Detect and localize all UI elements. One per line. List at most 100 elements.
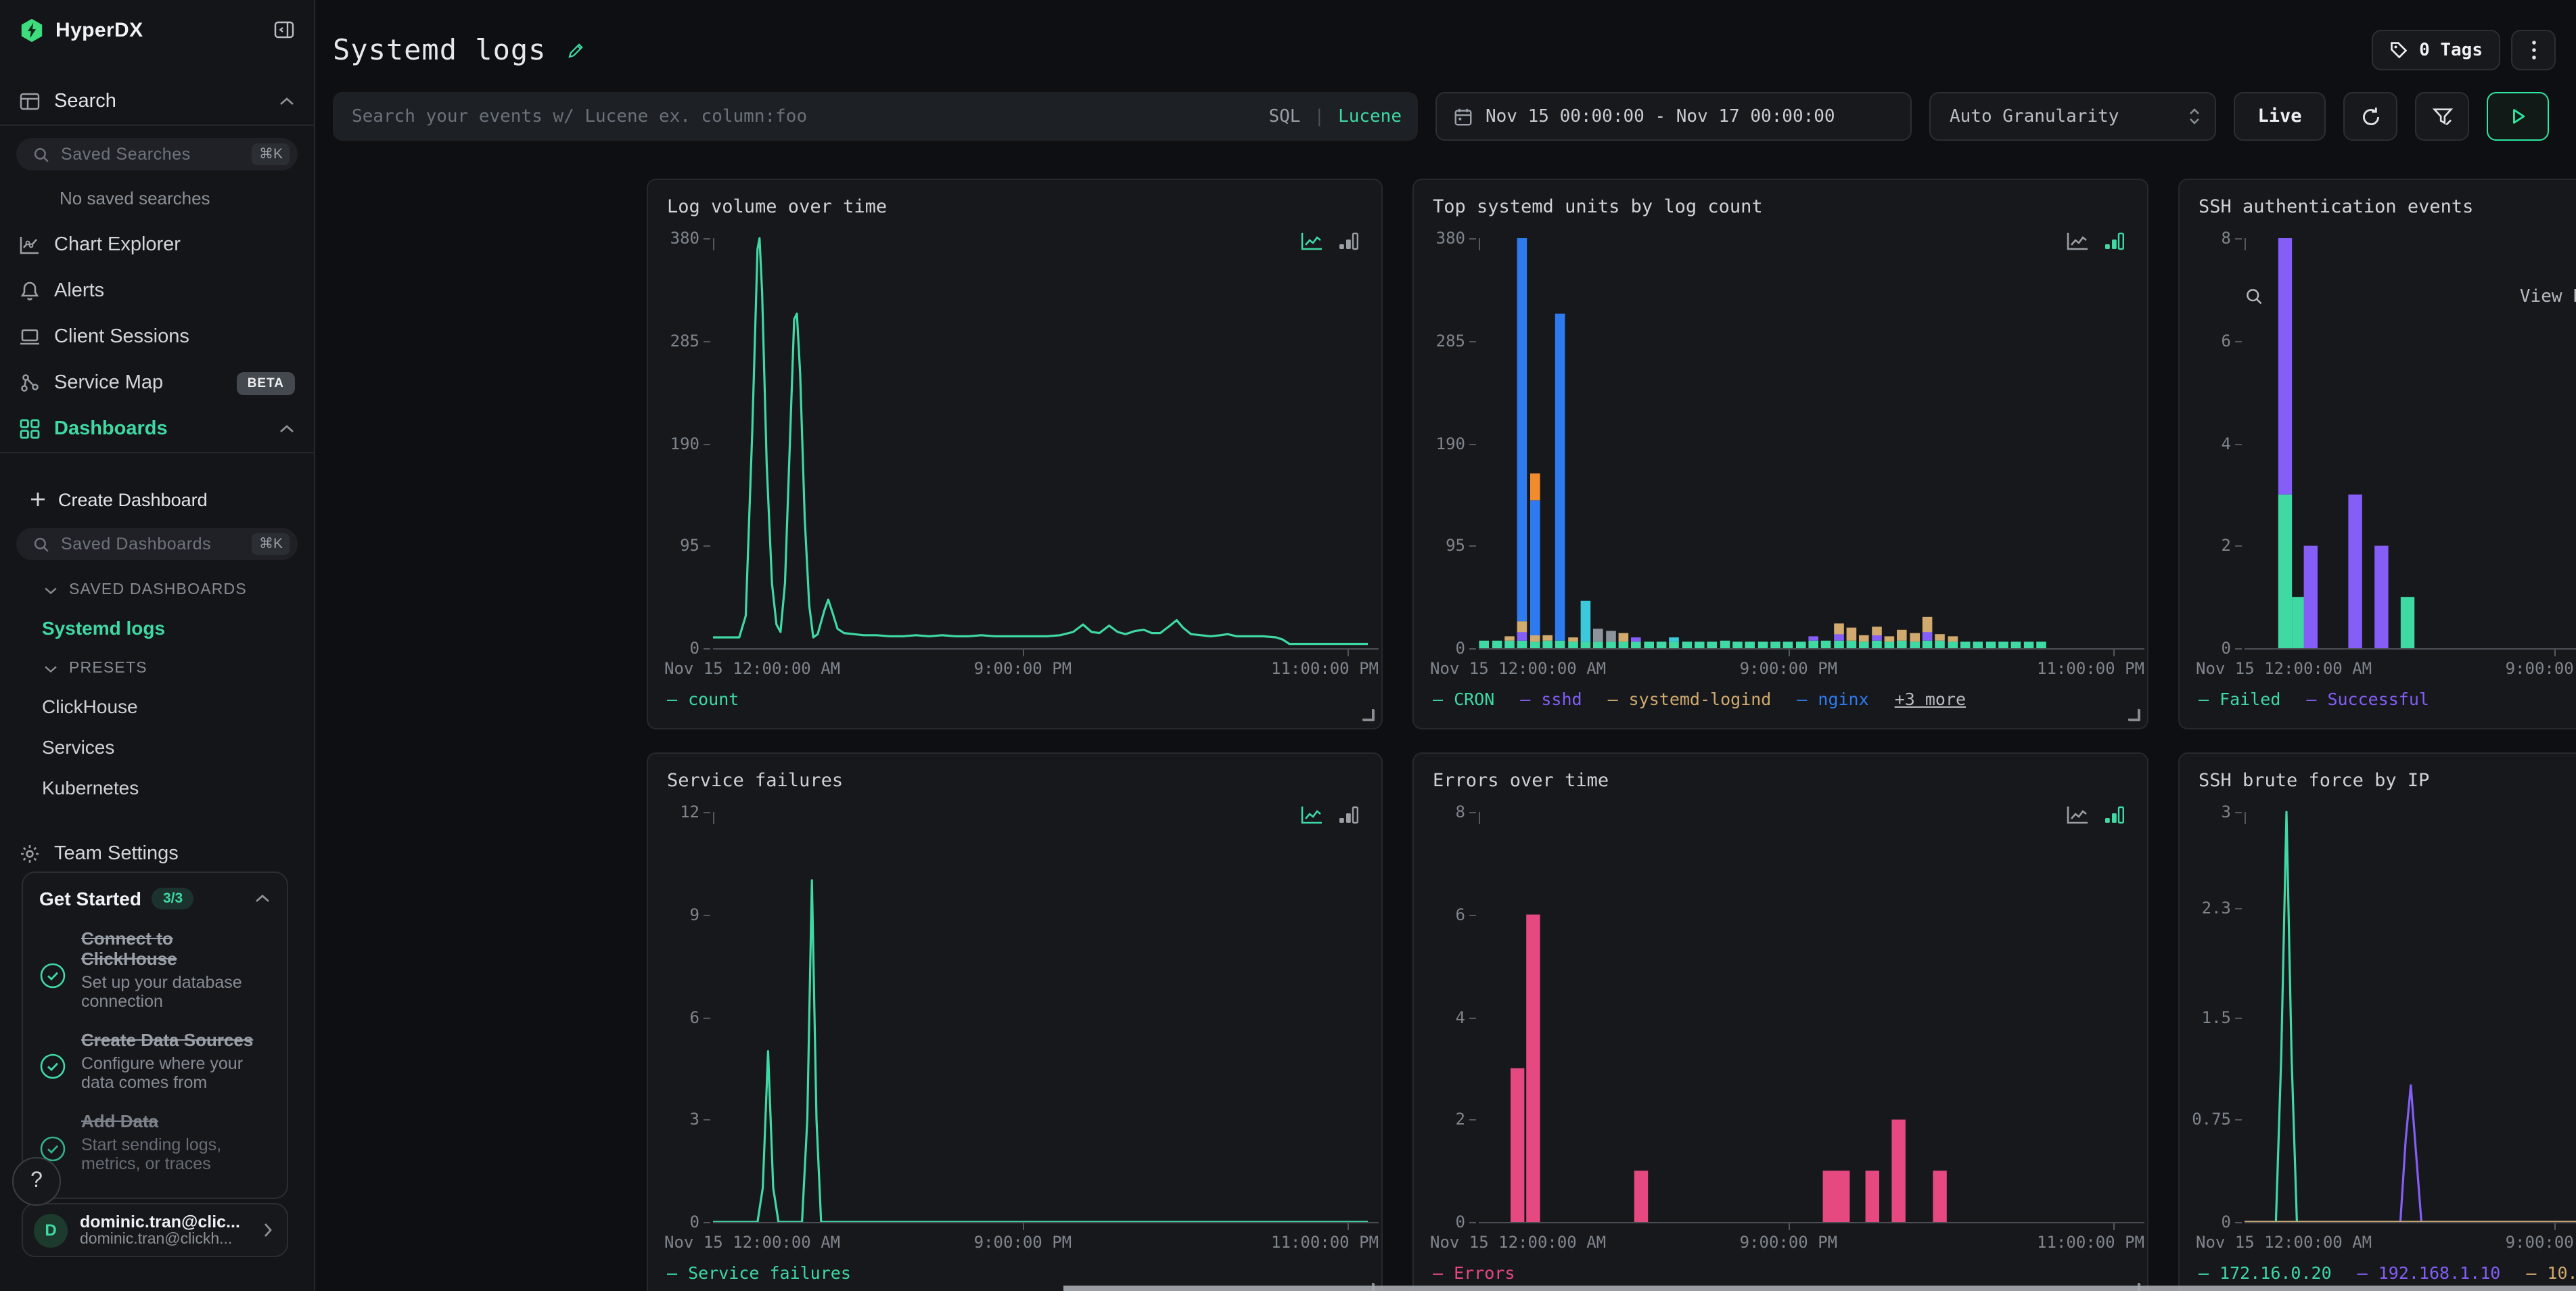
- legend-swatch: —: [667, 1263, 677, 1283]
- panel-resize-handle[interactable]: [2128, 709, 2140, 721]
- legend-item-count[interactable]: —count: [667, 689, 739, 709]
- live-button[interactable]: Live: [2234, 92, 2326, 141]
- dashboard-item-systemd-logs[interactable]: Systemd logs: [42, 617, 314, 639]
- legend-item-errors[interactable]: —Errors: [1433, 1263, 1515, 1283]
- legend-more-link[interactable]: +3 more: [1895, 689, 1966, 709]
- legend-item-service-failures[interactable]: —Service failures: [667, 1263, 851, 1283]
- panel-ssh-brute-force-by-ip: SSH brute force by IP00.751.52.33Nov 15 …: [2178, 752, 2576, 1291]
- line-view-icon[interactable]: [2066, 231, 2089, 252]
- bar-segment-cron: [2011, 641, 2021, 648]
- line-view-icon[interactable]: [1300, 805, 1323, 825]
- legend-item-cron[interactable]: —CRON: [1433, 689, 1494, 709]
- refresh-button[interactable]: [2343, 92, 2397, 141]
- chevron-updown-icon: [2188, 107, 2201, 126]
- help-button[interactable]: ?: [12, 1157, 61, 1206]
- dashboard-item-kubernetes[interactable]: Kubernetes: [42, 777, 314, 798]
- chart-title: Log volume over time: [667, 196, 887, 218]
- y-axis-tick-label: 6: [653, 1007, 699, 1026]
- chart-view-switcher: [1300, 805, 1360, 825]
- granularity-select[interactable]: Auto Granularity: [1929, 92, 2216, 141]
- search-section-icon: [19, 91, 41, 112]
- bar-view-icon[interactable]: [1338, 805, 1360, 825]
- get-started-step-sources[interactable]: Create Data Sources Configure where your…: [39, 1030, 271, 1093]
- bar-segment-cron: [1821, 641, 1831, 648]
- bar-view-icon[interactable]: [2104, 805, 2125, 825]
- group-presets[interactable]: PRESETS: [43, 660, 314, 677]
- legend-item-10-0-0-5[interactable]: —10.0.0.5: [2526, 1263, 2576, 1283]
- legend-item-sshd[interactable]: —sshd: [1520, 689, 1582, 709]
- bar-segment-cron: [1644, 641, 1654, 648]
- bar-view-icon[interactable]: [2104, 231, 2125, 252]
- dashboard-item-clickhouse[interactable]: ClickHouse: [42, 696, 314, 717]
- legend-label: 172.16.0.20: [2220, 1263, 2332, 1283]
- legend-swatch: —: [1433, 689, 1443, 709]
- edit-title-icon[interactable]: [565, 40, 585, 60]
- legend-item-nginx[interactable]: —nginx: [1797, 689, 1868, 709]
- legend-swatch: —: [1797, 689, 1807, 709]
- sidebar-item-dashboards[interactable]: Dashboards: [0, 406, 314, 452]
- bar-segment-cron: [1581, 641, 1591, 648]
- bar-segment-systemd-logind: [1542, 635, 1552, 641]
- x-axis-line: [2245, 648, 2576, 650]
- lucene-mode-toggle[interactable]: Lucene: [1338, 106, 1402, 127]
- legend-swatch: —: [2199, 1263, 2209, 1283]
- get-started-step-add-data[interactable]: Add Data Start sending logs, metrics, or…: [39, 1112, 271, 1174]
- x-axis-tick: [2554, 1223, 2556, 1230]
- legend-item-failed[interactable]: —Failed: [2199, 689, 2280, 709]
- filter-button[interactable]: [2415, 92, 2469, 141]
- dashboards-icon: [19, 418, 41, 440]
- legend-item-systemd-logind[interactable]: —systemd-logind: [1608, 689, 1772, 709]
- sidebar-item-client-sessions[interactable]: Client Sessions: [0, 314, 314, 360]
- y-axis-tick: [1469, 1120, 1476, 1121]
- sql-mode-toggle[interactable]: SQL: [1268, 106, 1300, 127]
- dashboard-menu-button[interactable]: [2511, 30, 2556, 70]
- y-axis-tick: [1469, 238, 1476, 240]
- line-view-icon[interactable]: [1300, 231, 1323, 252]
- y-axis-tick: [2235, 907, 2242, 909]
- horizontal-scrollbar[interactable]: [1063, 1286, 2576, 1291]
- y-axis-tick: [1469, 648, 1476, 650]
- run-query-button[interactable]: [2487, 92, 2549, 141]
- x-axis-label-middle: 9:00:00 PM: [1740, 659, 1838, 678]
- x-axis-label-end: 11:00:00 PM: [1271, 659, 1379, 678]
- legend-label: Errors: [1454, 1263, 1515, 1283]
- panel-resize-handle[interactable]: [1362, 709, 1375, 721]
- sidebar-item-chart-explorer[interactable]: Chart Explorer: [0, 222, 314, 268]
- dashboard-item-services[interactable]: Services: [42, 736, 314, 758]
- time-range-picker[interactable]: Nov 15 00:00:00 - Nov 17 00:00:00: [1435, 92, 1912, 141]
- y-axis-tick-label: 6: [2185, 332, 2231, 350]
- search-section-header[interactable]: Search: [0, 78, 314, 124]
- bar-view-icon[interactable]: [1338, 231, 1360, 252]
- view-events-link[interactable]: View Events: [2245, 287, 2576, 307]
- y-axis-tick: [704, 812, 710, 813]
- group-saved-dashboards[interactable]: SAVED DASHBOARDS: [43, 582, 314, 598]
- legend-item-192-168-1-10[interactable]: —192.168.1.10: [2358, 1263, 2501, 1283]
- user-menu[interactable]: D dominic.tran@clic... dominic.tran@clic…: [22, 1203, 288, 1257]
- bar-segment-errors: [1933, 1171, 1946, 1222]
- create-dashboard-button[interactable]: Create Dashboard: [0, 483, 314, 516]
- y-axis-tick-label: 8: [1419, 802, 1465, 821]
- y-axis-tick-label: 9: [653, 905, 699, 924]
- get-started-step-connect[interactable]: Connect to ClickHouse Set up your databa…: [39, 928, 271, 1012]
- bar-segment-systemd-logind: [1847, 628, 1857, 641]
- legend-label: 10.0.0.5: [2547, 1263, 2576, 1283]
- chart-view-switcher: [1300, 231, 1360, 252]
- event-search-input[interactable]: [349, 105, 1255, 128]
- chevron-up-icon[interactable]: [254, 893, 271, 904]
- step-desc: Start sending logs, metrics, or traces: [81, 1135, 257, 1175]
- chevron-down-icon: [43, 585, 58, 595]
- sidebar-item-alerts[interactable]: Alerts: [0, 268, 314, 314]
- legend-item-172-16-0-20[interactable]: — 172.16.0.20: [2199, 1263, 2332, 1283]
- step-desc: Set up your database connection: [81, 972, 257, 1012]
- tags-button[interactable]: 0 Tags: [2372, 30, 2500, 70]
- legend-swatch: —: [1608, 689, 1618, 709]
- search-icon: [32, 535, 50, 553]
- collapse-sidebar-icon[interactable]: [273, 19, 295, 41]
- legend-item-successful[interactable]: —Successful: [2306, 689, 2429, 709]
- sidebar-item-team-settings[interactable]: Team Settings: [0, 831, 314, 877]
- line-view-icon[interactable]: [2066, 805, 2089, 825]
- saved-searches-input[interactable]: Saved Searches ⌘K: [16, 138, 298, 171]
- saved-dashboards-input[interactable]: Saved Dashboards ⌘K: [16, 528, 298, 560]
- sidebar-item-label: Dashboards: [54, 418, 265, 440]
- sidebar-item-service-map[interactable]: Service Map BETA: [0, 360, 314, 406]
